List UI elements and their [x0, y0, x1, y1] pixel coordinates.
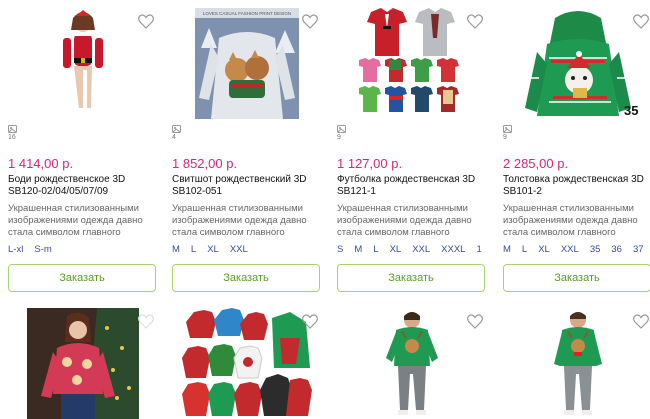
product-image[interactable]: 35	[503, 8, 650, 119]
product-title[interactable]: Боди рождественское 3D SB120-02/04/05/07…	[8, 174, 158, 198]
product-price: 1 414,00 р.	[8, 156, 74, 171]
size-option[interactable]: S	[337, 244, 343, 255]
image-badge: 35	[624, 103, 638, 118]
size-option[interactable]: 37	[633, 244, 644, 255]
order-button[interactable]: Заказать	[503, 264, 650, 292]
size-option[interactable]: XXL	[230, 244, 248, 255]
product-description: Украшенная стилизованными изображениями …	[337, 203, 472, 238]
photo-count-number: 16	[8, 134, 16, 141]
size-option[interactable]: S-m	[34, 244, 51, 255]
product-title[interactable]: Свитшот рождественский 3D SB102-051	[172, 174, 322, 198]
product-image[interactable]	[337, 308, 487, 419]
favorite-heart-icon[interactable]	[467, 14, 483, 29]
product-image[interactable]	[172, 308, 322, 419]
product-price: 1 852,00 р.	[172, 156, 238, 171]
product-description: Украшенная стилизованными изображениями …	[172, 203, 307, 238]
size-option[interactable]: L	[522, 244, 527, 255]
favorite-heart-icon[interactable]	[138, 314, 154, 329]
order-button[interactable]: Заказать	[8, 264, 156, 292]
photo-count-number: 9	[503, 134, 507, 141]
size-option[interactable]: M	[172, 244, 180, 255]
photo-count: 9	[503, 125, 517, 145]
product-price: 1 127,00 р.	[337, 156, 403, 171]
photo-count: 16	[8, 125, 22, 145]
size-option[interactable]: M	[503, 244, 511, 255]
image-icon	[8, 125, 17, 133]
size-list: M L XL XXL	[172, 244, 322, 255]
image-icon	[503, 125, 512, 133]
size-option[interactable]: L	[373, 244, 378, 255]
image-icon	[172, 125, 181, 133]
order-button[interactable]: Заказать	[172, 264, 320, 292]
favorite-heart-icon[interactable]	[633, 14, 649, 29]
product-price: 2 285,00 р.	[503, 156, 569, 171]
product-description: Украшенная стилизованными изображениями …	[503, 203, 638, 238]
photo-count: 4	[172, 125, 186, 145]
product-image[interactable]	[8, 308, 158, 419]
favorite-heart-icon[interactable]	[633, 314, 649, 329]
product-image[interactable]	[337, 8, 487, 119]
photo-count-number: 9	[337, 134, 341, 141]
order-button[interactable]: Заказать	[337, 264, 485, 292]
size-option[interactable]: XL	[538, 244, 550, 255]
size-option[interactable]: XXXL	[441, 244, 465, 255]
size-option[interactable]: 35	[590, 244, 601, 255]
size-option[interactable]: 36	[611, 244, 622, 255]
favorite-heart-icon[interactable]	[302, 314, 318, 329]
photo-count: 9	[337, 125, 351, 145]
favorite-heart-icon[interactable]	[138, 14, 154, 29]
product-image[interactable]: LOVES CASUAL FASHION PRINT DESIGN	[172, 8, 322, 119]
size-list: MLXLXXL35363738	[503, 244, 650, 255]
size-option[interactable]: L	[191, 244, 196, 255]
favorite-heart-icon[interactable]	[302, 14, 318, 29]
product-description: Украшенная стилизованными изображениями …	[8, 203, 143, 238]
photo-count-number: 4	[172, 134, 176, 141]
size-option[interactable]: XXL	[412, 244, 430, 255]
size-option[interactable]: XL	[390, 244, 402, 255]
product-image[interactable]	[8, 8, 158, 119]
image-caption: LOVES CASUAL FASHION PRINT DESIGN	[203, 11, 291, 16]
size-option[interactable]: L-xl	[8, 244, 23, 255]
size-list: L-xl S-m	[8, 244, 158, 255]
product-title[interactable]: Толстовка рождественская 3D SB101-2	[503, 174, 650, 198]
size-option[interactable]: M	[354, 244, 362, 255]
favorite-heart-icon[interactable]	[467, 314, 483, 329]
size-option[interactable]: XL	[207, 244, 219, 255]
size-option[interactable]: XXL	[561, 244, 579, 255]
product-image[interactable]	[503, 308, 650, 419]
product-title[interactable]: Футболка рождественская 3D SB121-1	[337, 174, 487, 198]
size-list: SMLXLXXLXXXL12	[337, 244, 487, 255]
image-icon	[337, 125, 346, 133]
size-option[interactable]: 1	[476, 244, 481, 255]
